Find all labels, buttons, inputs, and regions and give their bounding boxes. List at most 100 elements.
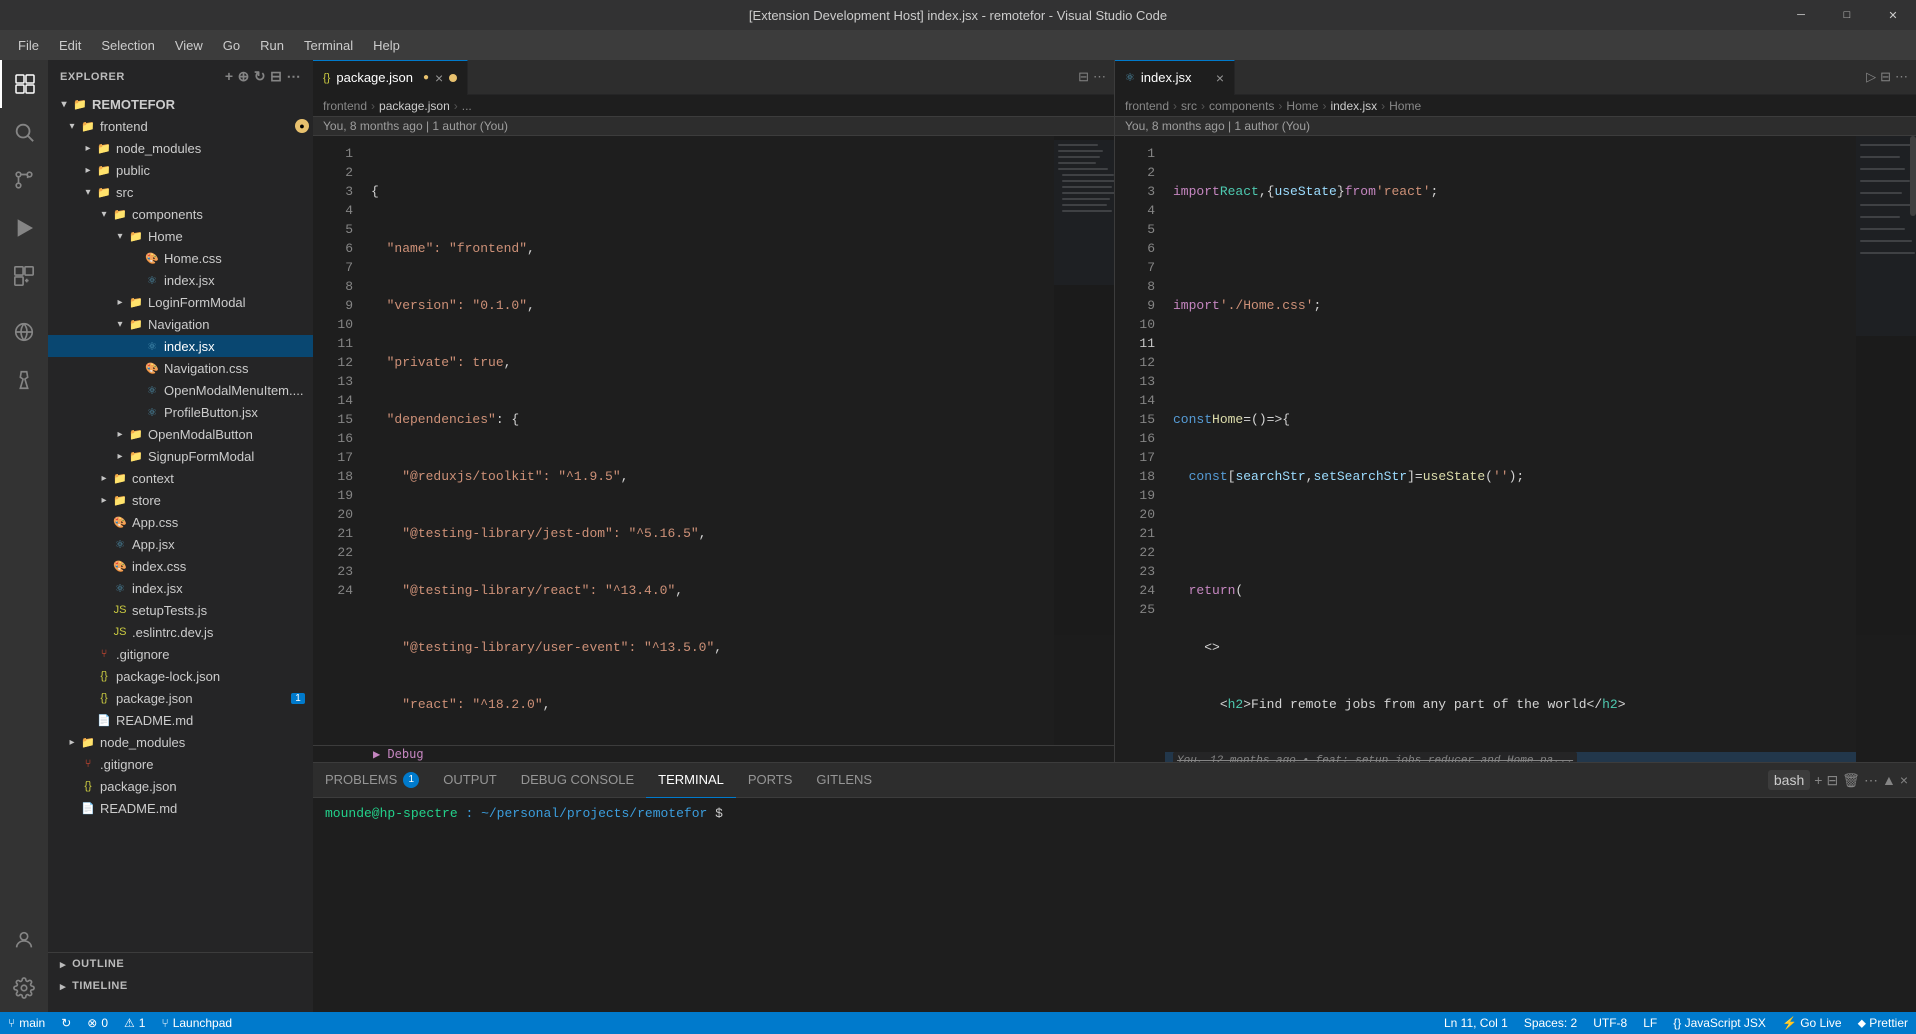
problems-tab[interactable]: PROBLEMS 1	[313, 763, 431, 798]
refresh-icon[interactable]: ↻	[254, 68, 266, 85]
tree-item-package-json-root[interactable]: {} package.json	[48, 775, 313, 797]
tree-item-readme-fe[interactable]: 📄 README.md	[48, 709, 313, 731]
maximize-panel-icon[interactable]: ▲	[1882, 772, 1896, 788]
status-launchpad[interactable]: ⑂ Launchpad	[153, 1012, 240, 1034]
menu-edit[interactable]: Edit	[51, 34, 89, 57]
tree-item-open-modal-menu-item[interactable]: ⚛ OpenModalMenuItem....	[48, 379, 313, 401]
terminal-tab[interactable]: TERMINAL	[646, 763, 736, 798]
menu-run[interactable]: Run	[252, 34, 292, 57]
tree-item-readme-root[interactable]: 📄 README.md	[48, 797, 313, 819]
tree-item-index-jsx-src[interactable]: ⚛ index.jsx	[48, 577, 313, 599]
close-button[interactable]: ✕	[1870, 0, 1916, 30]
left-code-content[interactable]: { "name": "frontend", "version": "0.1.0"…	[363, 136, 1054, 745]
tree-item-package-json-fe[interactable]: {} package.json 1	[48, 687, 313, 709]
tree-item-home-css[interactable]: 🎨 Home.css	[48, 247, 313, 269]
source-control-activity-icon[interactable]	[0, 156, 48, 204]
status-git-branch[interactable]: ⑂ main	[0, 1012, 53, 1034]
minimize-button[interactable]: ─	[1778, 0, 1824, 30]
tab-close-button-right[interactable]: ×	[1216, 70, 1224, 86]
tab-close-button[interactable]: ×	[435, 70, 443, 86]
status-encoding[interactable]: UTF-8	[1585, 1012, 1635, 1034]
run-debug-activity-icon[interactable]	[0, 204, 48, 252]
breadcrumb-package-json[interactable]: package.json	[379, 99, 450, 113]
tree-item-navigation-css[interactable]: 🎨 Navigation.css	[48, 357, 313, 379]
status-line-ending[interactable]: LF	[1635, 1012, 1665, 1034]
split-editor-icon[interactable]: ⊟	[1078, 69, 1089, 85]
status-errors[interactable]: ⊗ 0	[79, 1012, 116, 1034]
close-panel-icon[interactable]: ×	[1900, 772, 1908, 788]
status-language[interactable]: {} JavaScript JSX	[1665, 1012, 1774, 1034]
tree-item-login-form-modal[interactable]: ▸ 📁 LoginFormModal	[48, 291, 313, 313]
breadcrumb-ellipsis[interactable]: ...	[462, 99, 472, 113]
tree-item-gitignore-root[interactable]: ⑂ .gitignore	[48, 753, 313, 775]
explorer-activity-icon[interactable]	[0, 60, 48, 108]
maximize-button[interactable]: □	[1824, 0, 1870, 30]
menu-file[interactable]: File	[10, 34, 47, 57]
plus-icon[interactable]: +	[1814, 772, 1822, 788]
more-actions-icon[interactable]: ⋯	[286, 68, 301, 85]
menu-selection[interactable]: Selection	[93, 34, 162, 57]
tab-index-jsx[interactable]: ⚛ index.jsx ×	[1115, 60, 1235, 95]
new-folder-icon[interactable]: ⊕	[238, 68, 250, 85]
right-code-content[interactable]: import React, { useState } from 'react';…	[1165, 136, 1856, 762]
tree-item-open-modal-button[interactable]: ▸ 📁 OpenModalButton	[48, 423, 313, 445]
tree-item-node-modules-root[interactable]: ▸ 📁 node_modules	[48, 731, 313, 753]
remote-activity-icon[interactable]	[0, 308, 48, 356]
menu-terminal[interactable]: Terminal	[296, 34, 361, 57]
status-warnings[interactable]: ⚠ 1	[116, 1012, 153, 1034]
tree-item-components[interactable]: ▾ 📁 components	[48, 203, 313, 225]
testing-activity-icon[interactable]	[0, 356, 48, 404]
status-spaces[interactable]: Spaces: 2	[1516, 1012, 1585, 1034]
output-tab[interactable]: OUTPUT	[431, 763, 508, 798]
tree-item-nav-index-jsx[interactable]: ⚛ index.jsx	[48, 335, 313, 357]
collapse-all-icon[interactable]: ⊟	[270, 68, 282, 85]
new-file-icon[interactable]: +	[225, 68, 234, 85]
debug-console-tab[interactable]: DEBUG CONSOLE	[509, 763, 646, 798]
menu-help[interactable]: Help	[365, 34, 408, 57]
tree-item-navigation[interactable]: ▾ 📁 Navigation	[48, 313, 313, 335]
settings-activity-icon[interactable]	[0, 964, 48, 1012]
tree-item-home-index-jsx[interactable]: ⚛ index.jsx	[48, 269, 313, 291]
breadcrumb-home-r[interactable]: Home	[1286, 99, 1318, 113]
tree-item-app-css[interactable]: 🎨 App.css	[48, 511, 313, 533]
status-ln-col[interactable]: Ln 11, Col 1	[1436, 1012, 1516, 1034]
menu-go[interactable]: Go	[215, 34, 248, 57]
more-actions-icon[interactable]: ⋯	[1895, 69, 1908, 85]
trash-icon[interactable]: 🗑	[1842, 772, 1860, 789]
tree-item-package-lock[interactable]: {} package-lock.json	[48, 665, 313, 687]
breadcrumb-frontend[interactable]: frontend	[323, 99, 367, 113]
status-prettier[interactable]: ⬥ Prettier	[1850, 1012, 1916, 1034]
tree-item-index-css[interactable]: 🎨 index.css	[48, 555, 313, 577]
tree-item-public[interactable]: ▸ 📁 public	[48, 159, 313, 181]
breadcrumb-src-r[interactable]: src	[1181, 99, 1197, 113]
tree-item-node-modules1[interactable]: ▸ 📁 node_modules	[48, 137, 313, 159]
status-go-live[interactable]: ⚡ Go Live	[1774, 1012, 1850, 1034]
outline-section[interactable]: ▸ OUTLINE	[48, 953, 313, 975]
more-actions-icon[interactable]: ⋯	[1864, 772, 1878, 789]
breadcrumb-components-r[interactable]: components	[1209, 99, 1274, 113]
menu-view[interactable]: View	[167, 34, 211, 57]
status-sync[interactable]: ↻	[53, 1012, 79, 1034]
extensions-activity-icon[interactable]	[0, 252, 48, 300]
tree-item-gitignore-fe[interactable]: ⑂ .gitignore	[48, 643, 313, 665]
tree-item-app-jsx[interactable]: ⚛ App.jsx	[48, 533, 313, 555]
tree-item-profile-button[interactable]: ⚛ ProfileButton.jsx	[48, 401, 313, 423]
tree-item-store[interactable]: ▸ 📁 store	[48, 489, 313, 511]
split-terminal-icon[interactable]: ⊟	[1826, 772, 1838, 789]
ports-tab[interactable]: PORTS	[736, 763, 805, 798]
search-activity-icon[interactable]	[0, 108, 48, 156]
breadcrumb-home-func[interactable]: Home	[1389, 99, 1421, 113]
tree-item-src[interactable]: ▾ 📁 src	[48, 181, 313, 203]
gitlens-tab[interactable]: GITLENS	[804, 763, 884, 798]
tree-item-signup-form-modal[interactable]: ▸ 📁 SignupFormModal	[48, 445, 313, 467]
breadcrumb-index-jsx-r[interactable]: index.jsx	[1330, 99, 1377, 113]
accounts-activity-icon[interactable]	[0, 916, 48, 964]
breadcrumb-frontend-r[interactable]: frontend	[1125, 99, 1169, 113]
tree-item-setup-tests[interactable]: JS setupTests.js	[48, 599, 313, 621]
tree-item-home[interactable]: ▾ 📁 Home	[48, 225, 313, 247]
more-actions-icon[interactable]: ⋯	[1093, 69, 1106, 85]
tree-item-frontend[interactable]: ▾ 📁 frontend ●	[48, 115, 313, 137]
terminal-content[interactable]: mounde@hp-spectre : ~/personal/projects/…	[313, 798, 1916, 1012]
run-icon[interactable]: ▷	[1866, 69, 1876, 85]
tab-package-json[interactable]: {} package.json ● ×	[313, 60, 468, 95]
